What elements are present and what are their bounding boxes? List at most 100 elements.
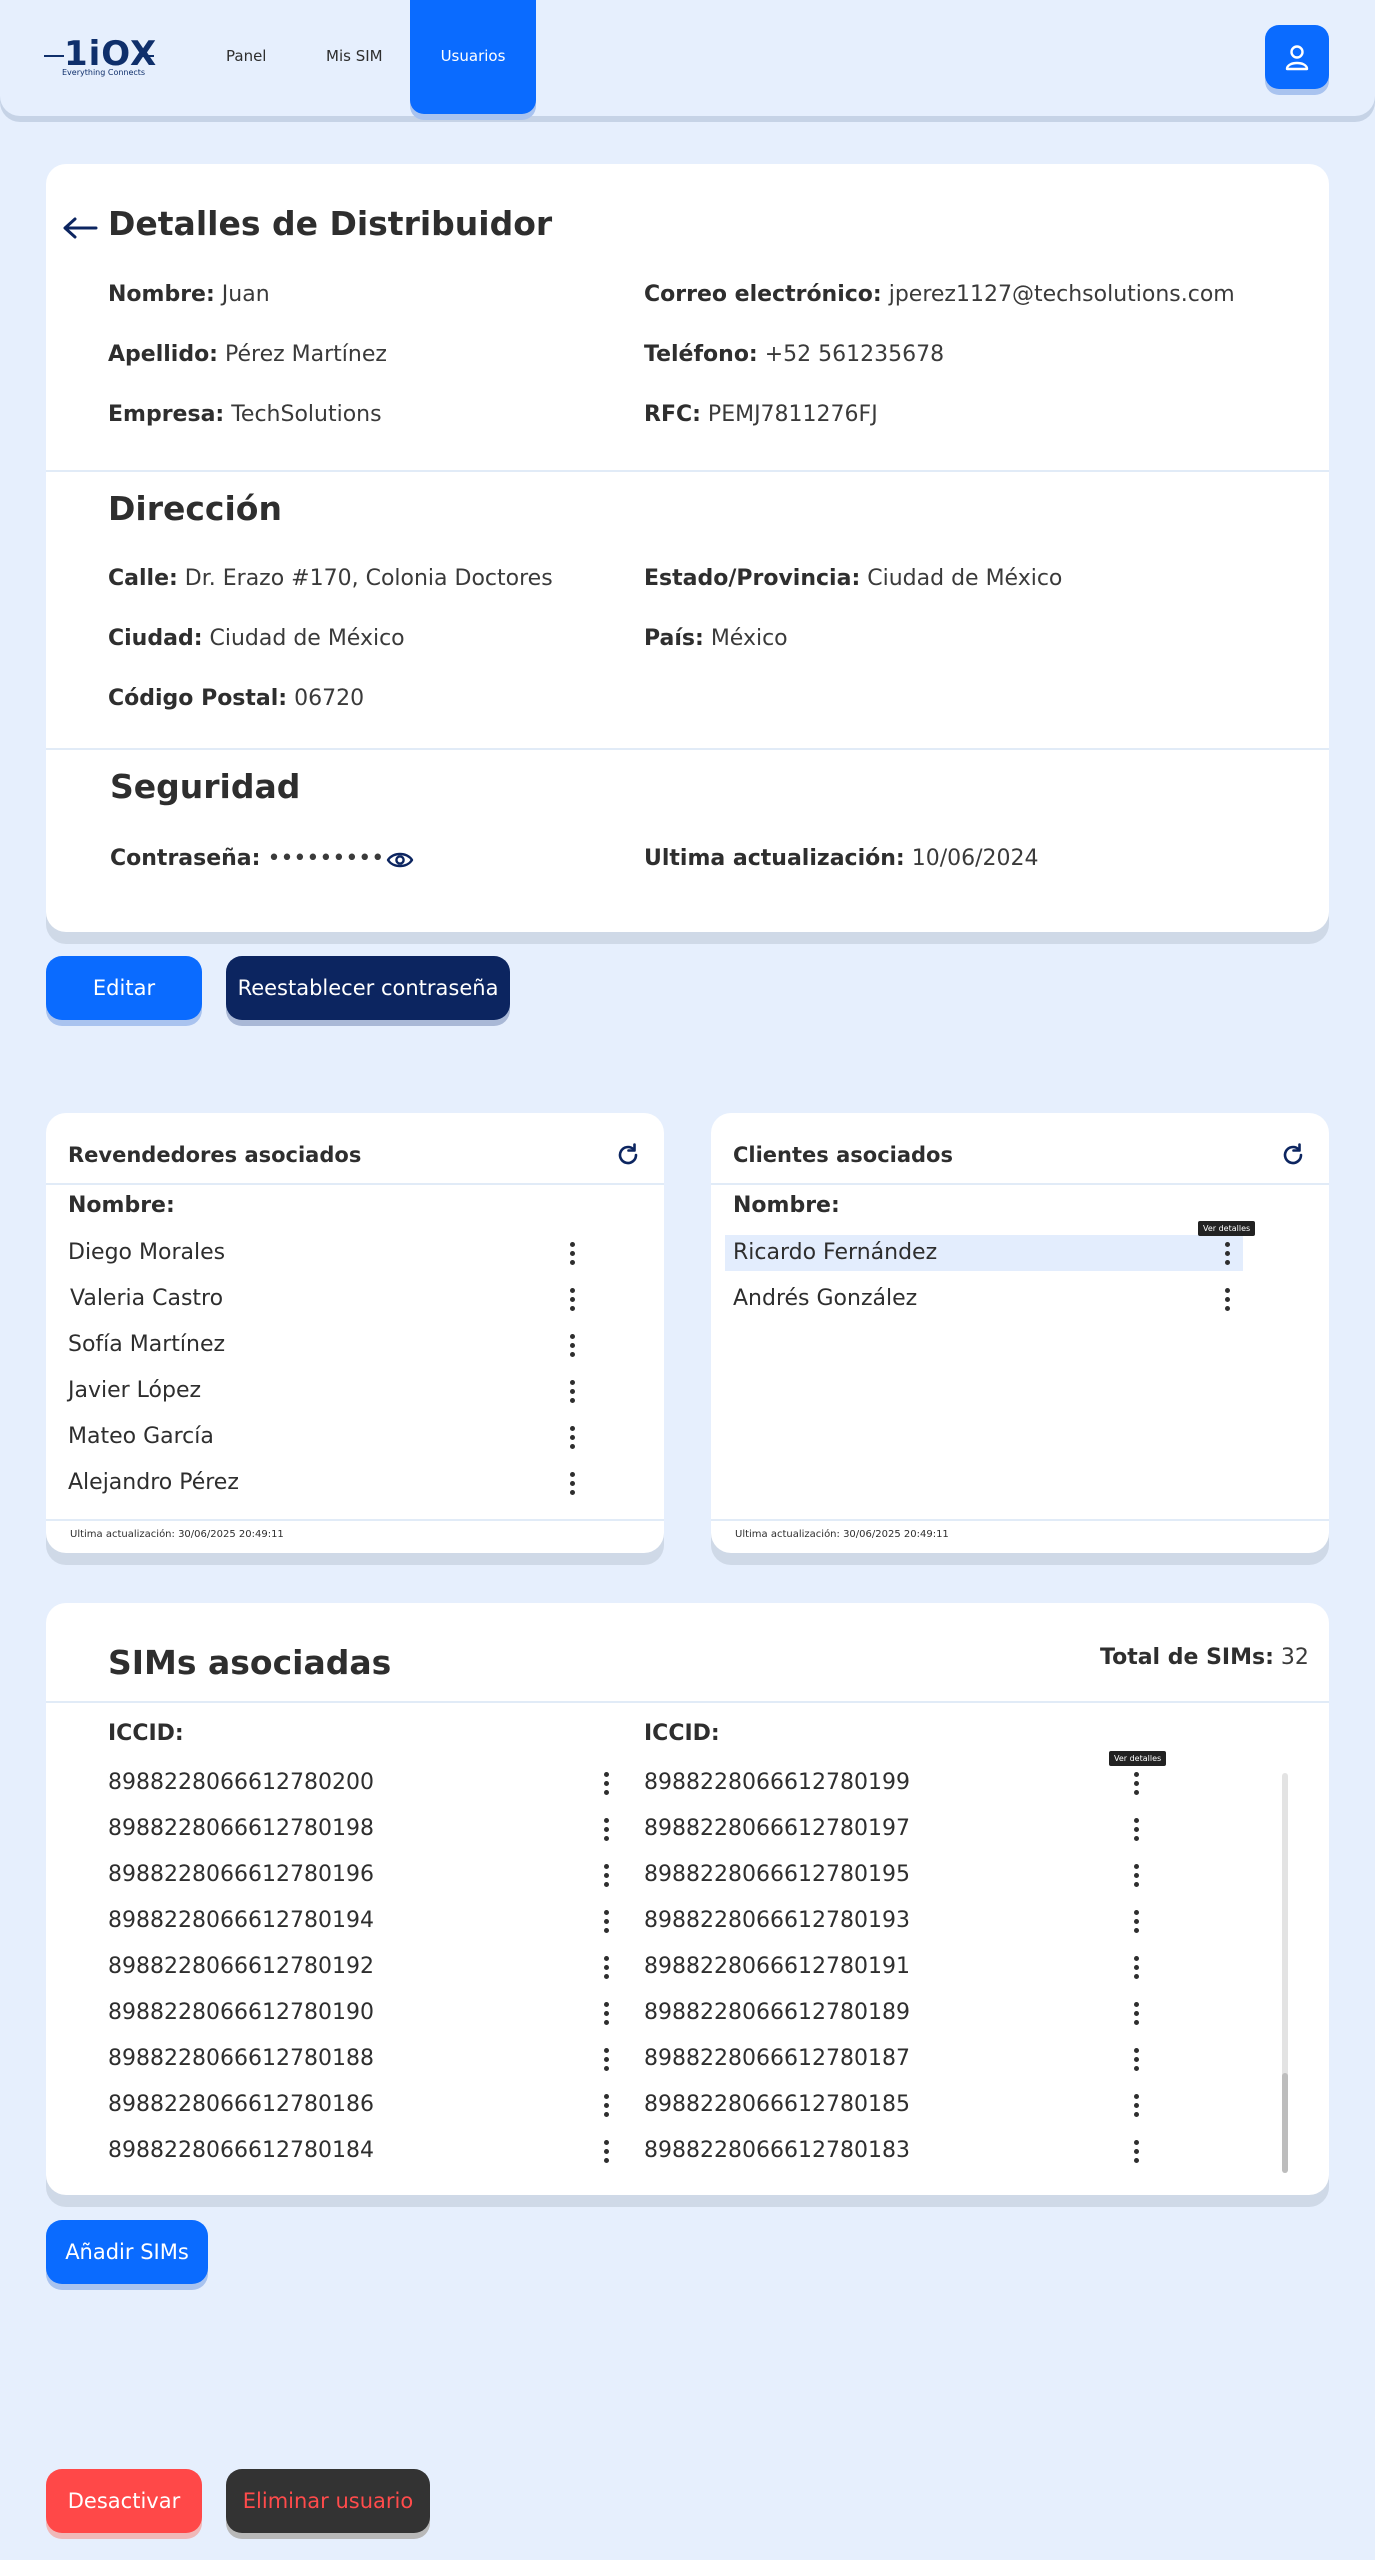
logo-line-right xyxy=(140,55,154,57)
divider xyxy=(46,470,1329,472)
column-header-iccid: ICCID: xyxy=(108,1721,184,1746)
clients-panel: Clientes asociados Nombre: Ricardo Ferná… xyxy=(711,1113,1329,1553)
more-options-icon[interactable] xyxy=(1217,1239,1237,1267)
more-options-icon[interactable] xyxy=(1126,1861,1146,1889)
sim-row[interactable]: 8988228066612780196 xyxy=(108,1857,374,1893)
edit-button[interactable]: Editar xyxy=(46,956,202,1020)
sim-row[interactable]: 8988228066612780187 xyxy=(644,2041,910,2077)
field-ultima-actualizacion: Ultima actualización: 10/06/2024 xyxy=(644,846,1039,871)
add-sims-button[interactable]: Añadir SIMs xyxy=(46,2220,208,2284)
field-apellido: Apellido: Pérez Martínez xyxy=(108,342,387,367)
more-options-icon[interactable] xyxy=(562,1423,582,1451)
more-options-icon[interactable] xyxy=(596,1769,616,1797)
column-header-nombre: Nombre: xyxy=(733,1193,840,1218)
column-header-iccid: ICCID: xyxy=(644,1721,720,1746)
divider xyxy=(46,748,1329,750)
more-options-icon[interactable] xyxy=(562,1469,582,1497)
sim-row[interactable]: 8988228066612780195 xyxy=(644,1857,910,1893)
list-item[interactable]: Andrés González xyxy=(733,1281,917,1317)
back-arrow-icon[interactable] xyxy=(62,216,98,240)
user-profile-button[interactable] xyxy=(1265,25,1329,89)
list-item[interactable]: Valeria Castro xyxy=(70,1281,223,1317)
sims-card: SIMs asociadas Total de SIMs: 32 ICCID: … xyxy=(46,1603,1329,2195)
list-item-highlighted[interactable]: Ricardo Fernández xyxy=(725,1235,1243,1271)
tooltip: Ver detalles xyxy=(1109,1751,1167,1766)
sim-row[interactable]: 8988228066612780200 xyxy=(108,1765,374,1801)
more-options-icon[interactable] xyxy=(1126,2045,1146,2073)
reset-password-button[interactable]: Reestablecer contraseña xyxy=(226,956,510,1020)
list-item[interactable]: Diego Morales xyxy=(68,1235,225,1271)
refresh-icon[interactable] xyxy=(614,1141,642,1169)
sim-row[interactable]: 8988228066612780186 xyxy=(108,2087,374,2123)
list-item[interactable]: Mateo García xyxy=(68,1419,214,1455)
more-options-icon[interactable] xyxy=(596,1907,616,1935)
brand-logo[interactable]: 1iOX Everything Connects xyxy=(44,34,156,82)
field-empresa: Empresa: TechSolutions xyxy=(108,402,382,427)
field-calle: Calle: Dr. Erazo #170, Colonia Doctores xyxy=(108,566,553,591)
divider xyxy=(46,1183,664,1185)
sim-row[interactable]: 8988228066612780183 xyxy=(644,2133,910,2169)
more-options-icon[interactable] xyxy=(1217,1285,1237,1313)
more-options-icon[interactable] xyxy=(596,1815,616,1843)
list-item[interactable]: Alejandro Pérez xyxy=(68,1465,239,1501)
delete-user-button[interactable]: Eliminar usuario xyxy=(226,2469,430,2533)
section-title-seguridad: Seguridad xyxy=(110,767,301,806)
more-options-icon[interactable] xyxy=(596,2137,616,2165)
nav-mis-sim[interactable]: Mis SIM xyxy=(326,0,383,112)
sim-row[interactable]: 8988228066612780189 xyxy=(644,1995,910,2031)
clients-panel-title: Clientes asociados xyxy=(733,1143,953,1167)
more-options-icon[interactable] xyxy=(1126,1953,1146,1981)
more-options-icon[interactable] xyxy=(596,2091,616,2119)
more-options-icon[interactable] xyxy=(1126,1769,1146,1797)
divider xyxy=(46,1701,1329,1703)
logo-line-left xyxy=(44,55,64,57)
sim-row[interactable]: 8988228066612780194 xyxy=(108,1903,374,1939)
list-item[interactable]: Javier López xyxy=(68,1373,201,1409)
more-options-icon[interactable] xyxy=(596,1953,616,1981)
more-options-icon[interactable] xyxy=(596,1999,616,2027)
nav-usuarios[interactable]: Usuarios xyxy=(410,0,536,114)
field-codigo-postal: Código Postal: 06720 xyxy=(108,686,365,711)
more-options-icon[interactable] xyxy=(1126,1999,1146,2027)
list-item[interactable]: Sofía Martínez xyxy=(68,1327,225,1363)
more-options-icon[interactable] xyxy=(1126,1815,1146,1843)
page-title: Detalles de Distribuidor xyxy=(108,204,553,243)
field-pais: País: México xyxy=(644,626,788,651)
more-options-icon[interactable] xyxy=(1126,2091,1146,2119)
more-options-icon[interactable] xyxy=(562,1239,582,1267)
scrollbar-thumb[interactable] xyxy=(1282,2073,1288,2173)
field-contrasena: Contraseña: ••••••••• xyxy=(110,846,385,871)
sim-row[interactable]: 8988228066612780184 xyxy=(108,2133,374,2169)
sims-total: Total de SIMs: 32 xyxy=(1100,1645,1309,1670)
field-rfc: RFC: PEMJ7811276FJ xyxy=(644,402,878,427)
field-correo: Correo electrónico: jperez1127@techsolut… xyxy=(644,282,1235,307)
distributor-details-card: Detalles de Distribuidor Nombre: Juan Ap… xyxy=(46,164,1329,932)
more-options-icon[interactable] xyxy=(1126,2137,1146,2165)
more-options-icon[interactable] xyxy=(562,1331,582,1359)
sim-row[interactable]: 8988228066612780188 xyxy=(108,2041,374,2077)
sim-row[interactable]: 8988228066612780197 xyxy=(644,1811,910,1847)
last-updated-text: Ultima actualización: 30/06/2025 20:49:1… xyxy=(735,1529,949,1540)
divider xyxy=(711,1519,1329,1521)
nav-panel[interactable]: Panel xyxy=(226,0,266,112)
sim-row[interactable]: 8988228066612780199 xyxy=(644,1765,910,1801)
sim-row[interactable]: 8988228066612780192 xyxy=(108,1949,374,1985)
sim-row[interactable]: 8988228066612780185 xyxy=(644,2087,910,2123)
more-options-icon[interactable] xyxy=(596,2045,616,2073)
sim-row[interactable]: 8988228066612780193 xyxy=(644,1903,910,1939)
more-options-icon[interactable] xyxy=(562,1377,582,1405)
top-nav: 1iOX Everything Connects Panel Mis SIM U… xyxy=(0,0,1375,116)
field-estado: Estado/Provincia: Ciudad de México xyxy=(644,566,1063,591)
column-header-nombre: Nombre: xyxy=(68,1193,175,1218)
sims-title: SIMs asociadas xyxy=(108,1643,392,1682)
refresh-icon[interactable] xyxy=(1279,1141,1307,1169)
sim-row[interactable]: 8988228066612780191 xyxy=(644,1949,910,1985)
more-options-icon[interactable] xyxy=(562,1285,582,1313)
more-options-icon[interactable] xyxy=(596,1861,616,1889)
deactivate-button[interactable]: Desactivar xyxy=(46,2469,202,2533)
divider xyxy=(46,1519,664,1521)
more-options-icon[interactable] xyxy=(1126,1907,1146,1935)
sim-row[interactable]: 8988228066612780198 xyxy=(108,1811,374,1847)
sim-row[interactable]: 8988228066612780190 xyxy=(108,1995,374,2031)
show-password-eye-icon[interactable] xyxy=(386,850,414,870)
